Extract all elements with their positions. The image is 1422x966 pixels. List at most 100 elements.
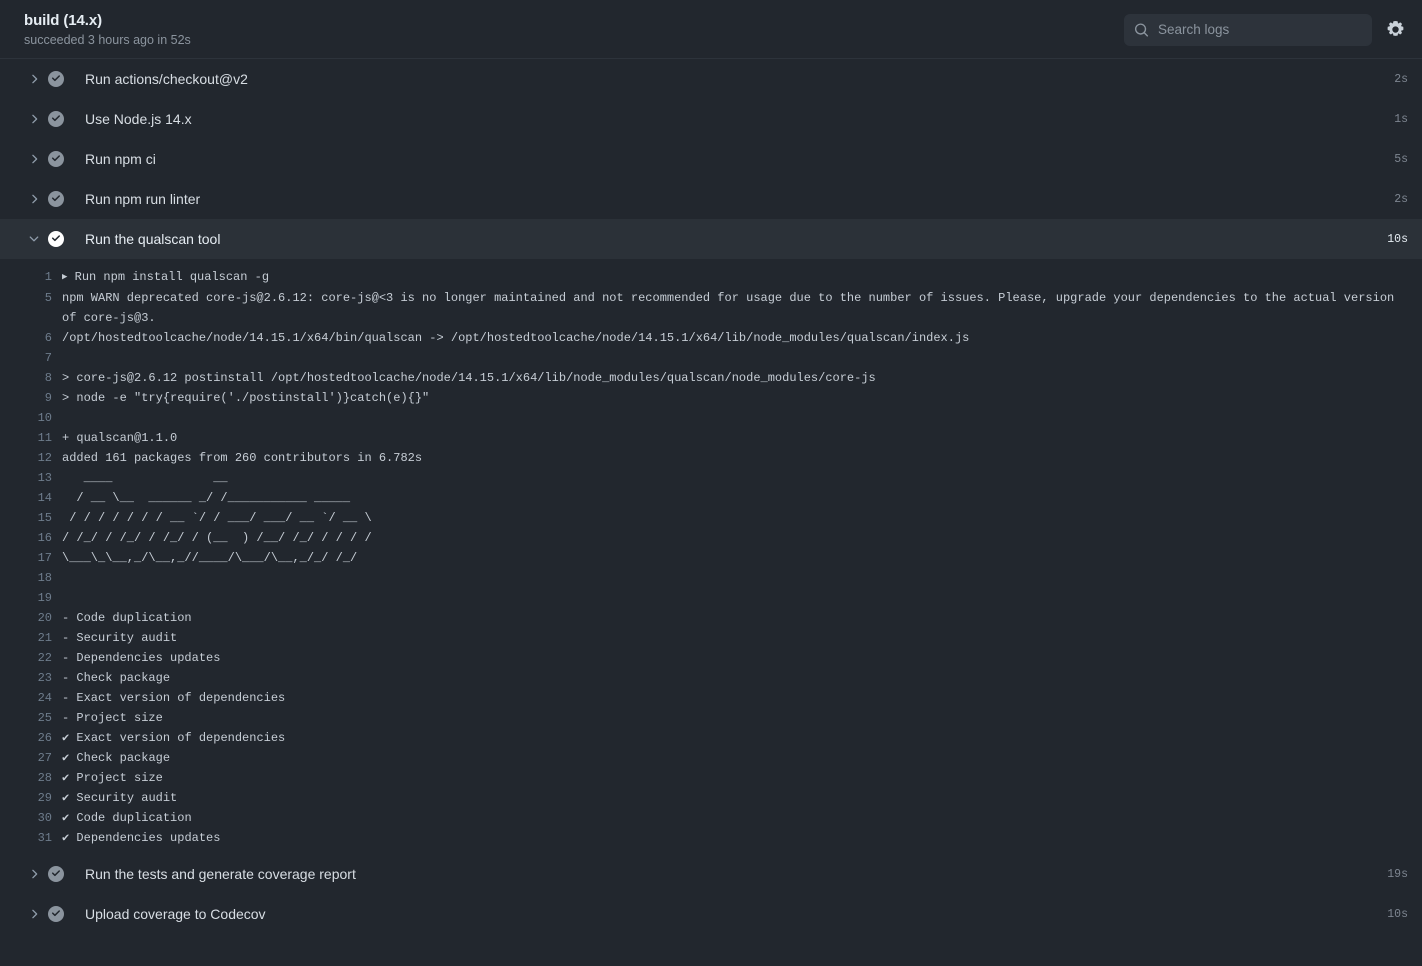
gear-icon: [1387, 21, 1403, 36]
log-line: 19: [0, 588, 1422, 608]
log-line: 20 - Code duplication: [0, 608, 1422, 628]
log-line: 16 / /_/ / /_/ / /_/ / (__ ) /__/ /_/ / /…: [0, 528, 1422, 548]
log-line-number: 1: [44, 270, 52, 284]
log-line-number: 21: [37, 631, 52, 645]
status-success-icon: [48, 906, 64, 922]
chevron-right-icon: [32, 74, 38, 84]
step-row-run-actions-checkout-v2[interactable]: Run actions/checkout@v2 2s: [0, 59, 1422, 99]
chevron-right-icon[interactable]: [20, 152, 48, 166]
step-duration: 10s: [1387, 907, 1408, 921]
log-header: build (14.x) succeeded 3 hours ago in 52…: [0, 0, 1422, 59]
log-line-number: 13: [37, 471, 52, 485]
log-line: 15 / / / / / / / __ `/ / ___/ ___/ __ `/…: [0, 508, 1422, 528]
log-line-text: added 161 packages from 260 contributors…: [62, 451, 423, 465]
log-line-number: 12: [37, 451, 52, 465]
step-label: Run actions/checkout@v2: [85, 71, 248, 87]
step-label: Run the tests and generate coverage repo…: [85, 866, 356, 882]
status-success-icon: [48, 111, 64, 127]
play-triangle-icon[interactable]: ▶: [62, 267, 67, 287]
log-ascii-art: / __ \__ ______ _/ /___________ _____: [62, 491, 351, 505]
log-line: 28 ✔ Project size: [0, 768, 1422, 788]
log-line: 25 - Project size: [0, 708, 1422, 728]
log-line-number: 15: [37, 511, 52, 525]
step-row-run-npm-ci[interactable]: Run npm ci 5s: [0, 139, 1422, 179]
log-line-text: ✔ Dependencies updates: [62, 831, 221, 845]
check-circle-icon: [48, 111, 64, 127]
search-input[interactable]: [1124, 13, 1372, 46]
chevron-right-icon[interactable]: [20, 192, 48, 206]
log-line: 27 ✔ Check package: [0, 748, 1422, 768]
log-line: 7: [0, 348, 1422, 368]
log-line-number: 25: [37, 711, 52, 725]
log-line-text: - Dependencies updates: [62, 651, 221, 665]
step-duration: 2s: [1394, 72, 1408, 86]
log-line-number: 16: [37, 531, 52, 545]
step-duration: 1s: [1394, 112, 1408, 126]
log-line-number: 14: [37, 491, 52, 505]
header-titles: build (14.x) succeeded 3 hours ago in 52…: [0, 11, 191, 48]
log-line-number: 11: [37, 431, 52, 445]
check-circle-icon: [48, 906, 64, 922]
log-output[interactable]: 1 ▶ Run npm install qualscan -g 5 npm WARN …: [0, 259, 1422, 854]
search-logs-wrapper: [1124, 13, 1372, 46]
log-line: 8 > core-js@2.6.12 postinstall /opt/hoste…: [0, 368, 1422, 388]
status-success-icon: [48, 231, 64, 247]
chevron-right-icon: [32, 909, 38, 919]
step-row-run-npm-run-linter[interactable]: Run npm run linter 2s: [0, 179, 1422, 219]
chevron-right-icon: [32, 869, 38, 879]
log-line-text: ✔ Check package: [62, 751, 171, 765]
log-line-text: Run npm install qualscan -g: [67, 270, 270, 284]
log-line: 29 ✔ Security audit: [0, 788, 1422, 808]
chevron-right-icon[interactable]: [20, 867, 48, 881]
log-line: 30 ✔ Code duplication: [0, 808, 1422, 828]
log-line-text: ✔ Code duplication: [62, 811, 192, 825]
chevron-down-icon[interactable]: [20, 232, 48, 246]
chevron-right-icon: [32, 194, 38, 204]
check-circle-icon: [48, 866, 64, 882]
check-circle-icon: [48, 151, 64, 167]
log-line-number: 18: [37, 571, 52, 585]
log-ascii-art: \___\_\__,_/\__,_//____/\___/\__,_/_/ /_…: [62, 551, 358, 565]
log-line-number: 7: [44, 351, 52, 365]
log-line-number: 20: [37, 611, 52, 625]
log-line-text: ▶ Run npm install qualscan -g: [62, 267, 1414, 288]
log-ascii-art: / /_/ / /_/ / /_/ / (__ ) /__/ /_/ / / /…: [62, 531, 372, 545]
log-ascii-art: / / / / / / / __ `/ / ___/ ___/ __ `/ __…: [62, 511, 372, 525]
chevron-right-icon[interactable]: [20, 112, 48, 126]
log-line-text: - Security audit: [62, 631, 178, 645]
log-line: 12 added 161 packages from 260 contributo…: [0, 448, 1422, 468]
chevron-right-icon: [32, 154, 38, 164]
log-line: 9 > node -e "try{require('./postinstall')…: [0, 388, 1422, 408]
log-line-number: 23: [37, 671, 52, 685]
job-status-subtitle: succeeded 3 hours ago in 52s: [24, 32, 191, 47]
chevron-right-icon[interactable]: [20, 907, 48, 921]
log-line-text: > node -e "try{require('./postinstall')}…: [62, 391, 430, 405]
step-row-run-the-qualscan-tool[interactable]: Run the qualscan tool 10s: [0, 219, 1422, 259]
log-line-text: /opt/hostedtoolcache/node/14.15.1/x64/bi…: [62, 331, 970, 345]
step-row-upload-coverage-to-codecov[interactable]: Upload coverage to Codecov 10s: [0, 894, 1422, 934]
log-line-text: > core-js@2.6.12 postinstall /opt/hosted…: [62, 371, 876, 385]
log-line-text: + qualscan@1.1.0: [62, 431, 178, 445]
status-success-icon: [48, 191, 64, 207]
settings-gear-button[interactable]: [1384, 19, 1406, 41]
steps-list: Run actions/checkout@v2 2s Use Node.js 14.…: [0, 59, 1422, 934]
log-line: 14 / __ \__ ______ _/ /___________ _____: [0, 488, 1422, 508]
log-line: 26 ✔ Exact version of dependencies: [0, 728, 1422, 748]
log-line-text: - Exact version of dependencies: [62, 691, 286, 705]
chevron-right-icon[interactable]: [20, 72, 48, 86]
log-line: 22 - Dependencies updates: [0, 648, 1422, 668]
log-line: 18: [0, 568, 1422, 588]
log-line-number: 9: [44, 391, 52, 405]
chevron-right-icon: [32, 114, 38, 124]
log-line: 5 npm WARN deprecated core-js@2.6.12: cor…: [0, 288, 1422, 328]
log-line: 13 ____ __: [0, 468, 1422, 488]
log-line-number: 28: [37, 771, 52, 785]
step-row-run-the-tests-and-generate-coverage-report[interactable]: Run the tests and generate coverage repo…: [0, 854, 1422, 894]
log-line: 17 \___\_\__,_/\__,_//____/\___/\__,_/_/ …: [0, 548, 1422, 568]
log-line-number: 30: [37, 811, 52, 825]
log-line-number: 17: [37, 551, 52, 565]
step-duration: 2s: [1394, 192, 1408, 206]
log-line: 24 - Exact version of dependencies: [0, 688, 1422, 708]
check-circle-icon: [48, 231, 64, 247]
step-row-use-node-js-14-x[interactable]: Use Node.js 14.x 1s: [0, 99, 1422, 139]
